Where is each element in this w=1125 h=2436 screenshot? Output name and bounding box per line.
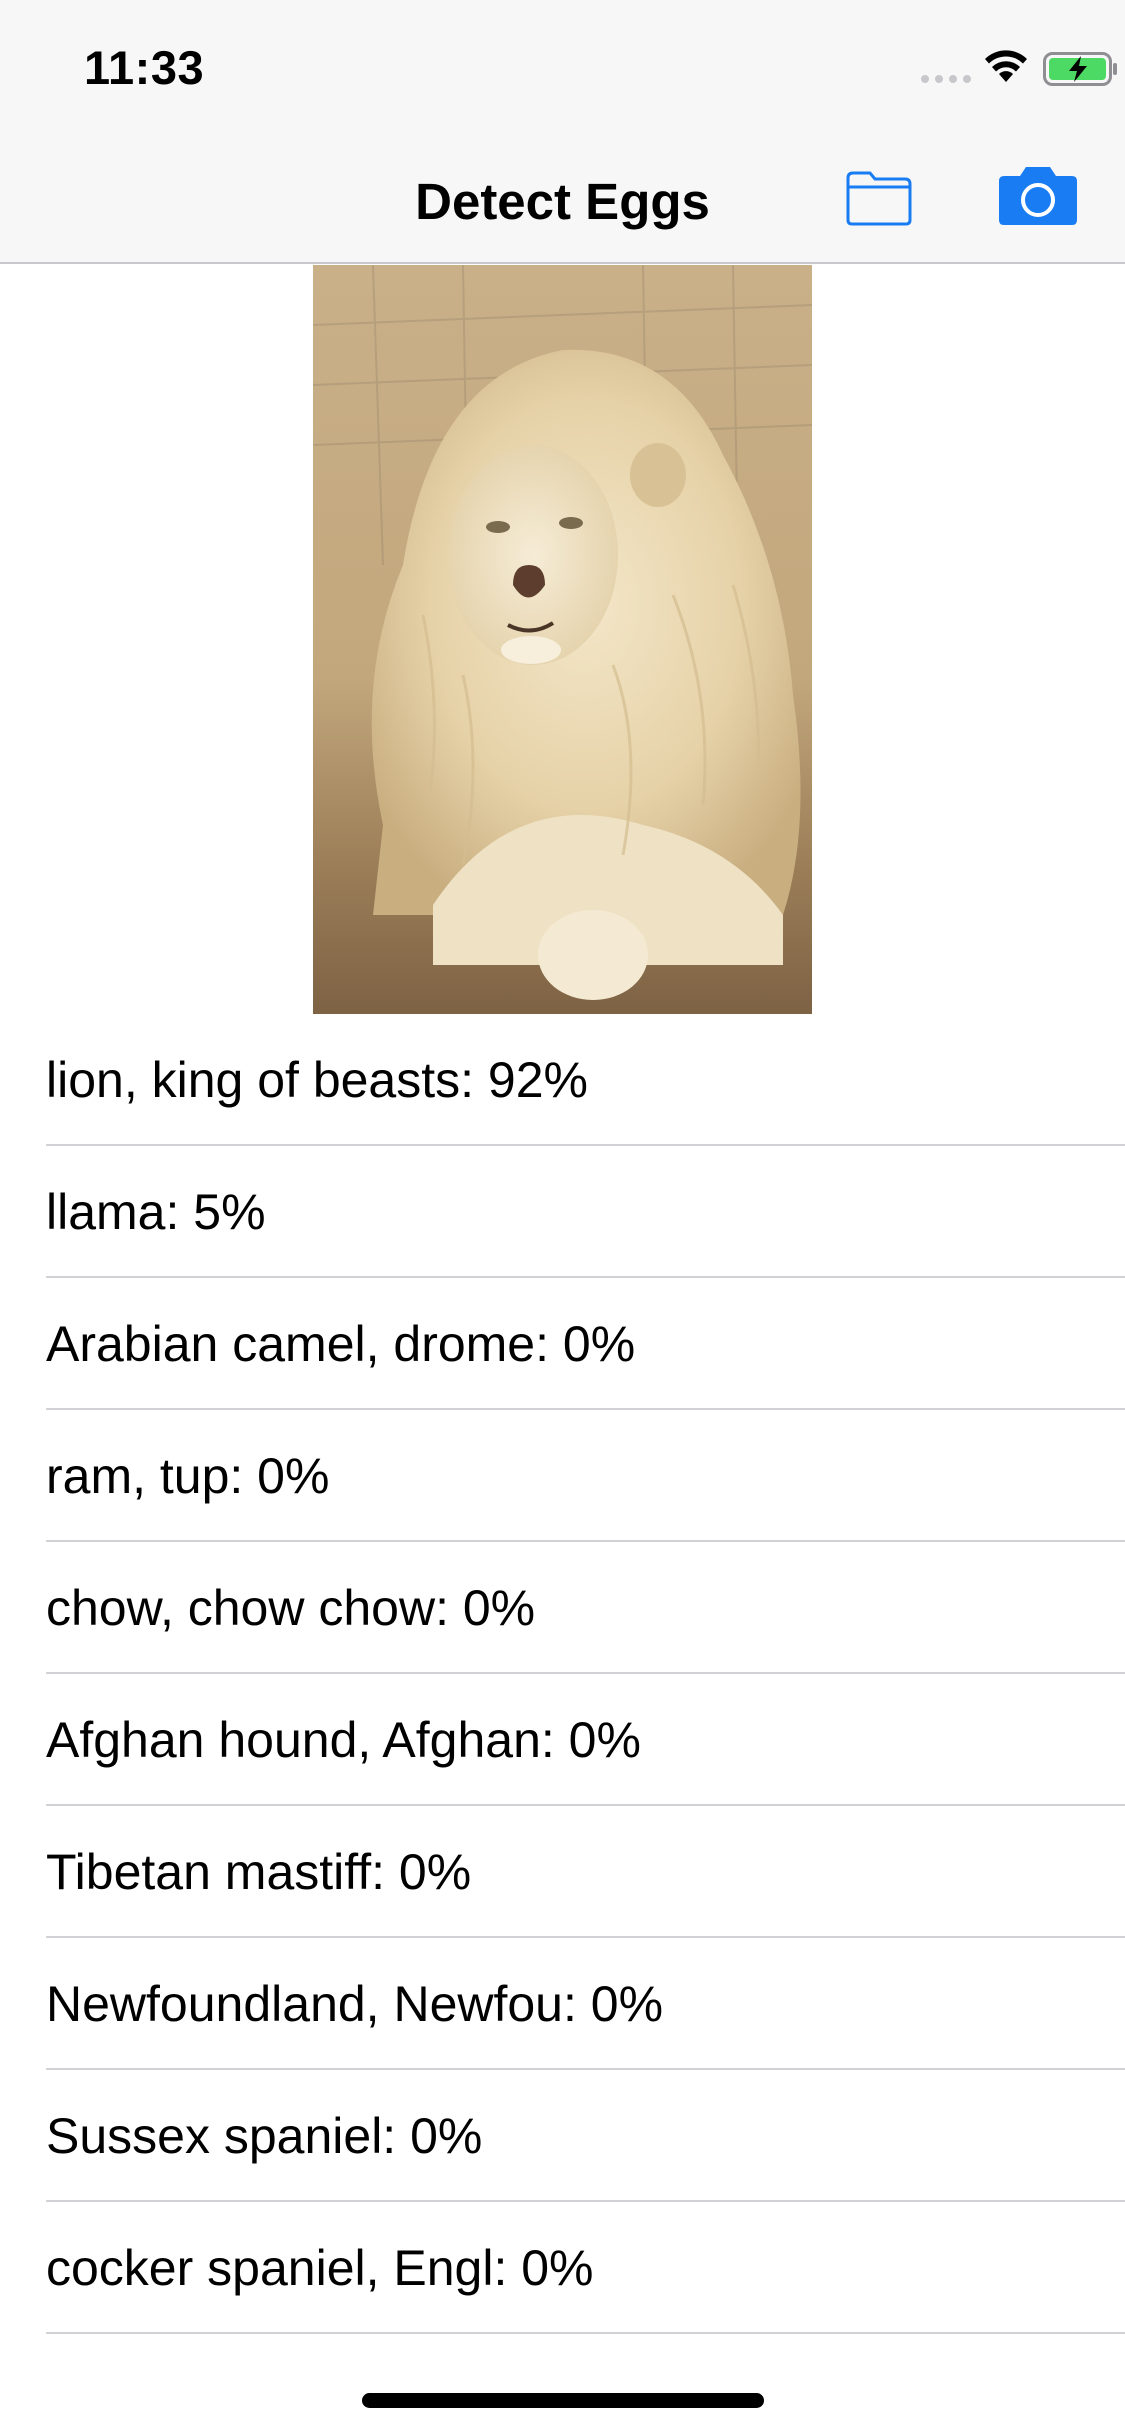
analyzed-photo (313, 265, 812, 1014)
result-label: Newfoundland, Newfou: 0% (46, 1976, 664, 2032)
list-item: Newfoundland, Newfou: 0% (0, 1938, 1125, 2070)
result-label: Sussex spaniel: 0% (46, 2108, 483, 2164)
result-label: cocker spaniel, Engl: 0% (46, 2240, 594, 2296)
results-list: lion, king of beasts: 92% llama: 5% Arab… (0, 1014, 1125, 2334)
status-bar: 11:33 (0, 0, 1125, 132)
wifi-icon (985, 50, 1027, 82)
home-indicator[interactable] (362, 2393, 764, 2408)
list-item: Afghan hound, Afghan: 0% (0, 1674, 1125, 1806)
list-item: Sussex spaniel: 0% (0, 2070, 1125, 2202)
result-label: Tibetan mastiff: 0% (46, 1844, 472, 1900)
result-label: ram, tup: 0% (46, 1448, 330, 1504)
status-time: 11:33 (84, 41, 205, 94)
folder-icon (846, 171, 912, 226)
camera-icon (999, 167, 1077, 225)
list-item: ram, tup: 0% (0, 1410, 1125, 1542)
result-label: chow, chow chow: 0% (46, 1580, 536, 1636)
list-item: Arabian camel, drome: 0% (0, 1278, 1125, 1410)
list-item: llama: 5% (0, 1146, 1125, 1278)
result-label: Afghan hound, Afghan: 0% (46, 1712, 641, 1768)
result-label: Arabian camel, drome: 0% (46, 1316, 636, 1372)
list-item: chow, chow chow: 0% (0, 1542, 1125, 1674)
result-label: lion, king of beasts: 92% (46, 1052, 588, 1108)
list-item: cocker spaniel, Engl: 0% (0, 2202, 1125, 2334)
page-title: Detect Eggs (415, 173, 710, 230)
result-label: llama: 5% (46, 1184, 266, 1240)
navigation-bar: Detect Eggs (0, 132, 1125, 264)
lion-photo-illustration (313, 265, 812, 1014)
list-item: lion, king of beasts: 92% (0, 1014, 1125, 1146)
list-item: Tibetan mastiff: 0% (0, 1806, 1125, 1938)
cellular-signal-icon (921, 75, 971, 83)
battery-charging-icon (1043, 52, 1117, 86)
folder-button[interactable] (846, 170, 912, 226)
camera-button[interactable] (998, 164, 1078, 226)
